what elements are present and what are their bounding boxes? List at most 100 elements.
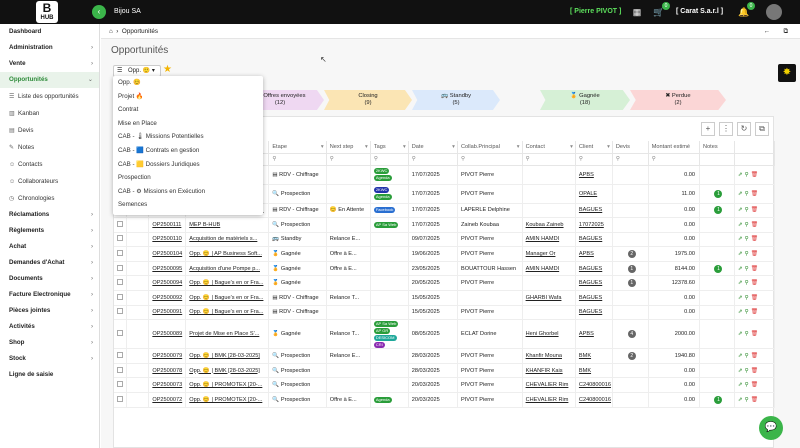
opportunity-title[interactable]: Opp. 😊 | Bague's en or Fra... [185,305,270,321]
opportunity-code[interactable]: OP2500089 [148,319,187,350]
opportunity-title[interactable]: Acquisition d'une Pompe p... [185,261,270,277]
opportunity-code[interactable]: OP2500104 [148,246,187,262]
sidebar-subitem[interactable]: ✎ Notes [0,139,99,156]
column-header[interactable] [734,141,776,154]
user-name[interactable]: [ Pierre PIVOT ] [570,8,621,15]
column-filter[interactable]: ⚲ [612,153,649,166]
sidebar-item[interactable]: Ligne de saisie [0,367,99,383]
row-checkbox[interactable] [114,217,127,233]
sidebar-toggle-button[interactable]: ‹ [92,5,106,19]
client-link[interactable]: BMK [575,363,613,379]
opportunity-title[interactable]: Opp. 😊 | Bague's en or Fra... [185,290,270,306]
row-checkbox[interactable] [114,348,127,364]
table-row[interactable]: OP2500111 MEP B-HUB 🔍 Prospection AP Sa Web… [114,217,776,233]
dropdown-option[interactable]: Prospection [113,171,263,185]
sidebar-item[interactable]: Vente › [0,56,99,72]
row-checkbox[interactable] [114,275,127,292]
row-actions[interactable]: ⇗⚲🗑 [734,305,776,321]
column-filter[interactable]: ⚲ [648,153,701,166]
client-link[interactable]: APBS [575,319,613,350]
opportunity-title[interactable]: Opp. 😊 | BMK [28-03-2025] [185,348,270,364]
dropdown-option[interactable]: CAB - 🌡 Missions Potentielles [113,130,263,144]
opportunity-code[interactable]: OP2500110 [148,232,187,248]
client-link[interactable]: 17072025 [575,217,613,233]
row-actions[interactable]: ⇗⚲🗑 [734,392,776,408]
dropdown-option[interactable]: Opp. 😊 [113,76,263,90]
client-link[interactable]: BMK [575,348,613,364]
row-checkbox[interactable] [114,232,127,248]
dropdown-option[interactable]: CAB - ⚙ Missions en Exécution [113,185,263,199]
funnel-stage[interactable]: Closing (9) [324,90,412,110]
row-actions[interactable]: ⇗⚲🗑 [734,246,776,262]
sidebar-item[interactable]: Documents › [0,271,99,287]
contact-link[interactable]: KHANFIR Kais [522,363,576,379]
row-checkbox[interactable] [114,319,127,350]
client-link[interactable]: APBS [575,246,613,262]
opportunity-title[interactable]: Opp. 😊 | BMK [28-03-2025] [185,363,270,379]
add-icon[interactable]: + [701,122,715,136]
contact-link[interactable]: AMIN HAMDI [522,261,576,277]
table-row[interactable]: OP2500110 Acquisition de matériels s... 🚌 … [114,232,776,248]
funnel-stage[interactable]: 🏅 Gagnée (18) [540,90,630,110]
column-filter[interactable]: ⚲ [268,153,327,166]
row-checkbox[interactable] [114,363,127,379]
table-row[interactable]: OP2500078 Opp. 😊 | BMK [28-03-2025] 🔍 Pros… [114,363,776,379]
row-actions[interactable]: ⇗⚲🗑 [734,217,776,233]
export-icon[interactable]: ⧉ [755,122,769,136]
column-header[interactable]: Next step ▾ [326,141,371,154]
cart-icon[interactable]: 🛒 0 [653,2,670,18]
contact-link[interactable] [522,203,576,219]
sidebar-subitem[interactable]: ☰ Liste des opportunités [0,88,99,105]
table-row[interactable]: OP2500091 Opp. 😊 | Bague's en or Fra... ▤ … [114,305,776,321]
column-header[interactable]: Client ▾ [575,141,613,154]
avatar[interactable] [766,4,782,20]
row-actions[interactable]: ⇗⚲🗑 [734,261,776,277]
opportunity-title[interactable]: Acquisition de matériels s... [185,232,270,248]
sidebar-item[interactable]: Réclamations › [0,207,99,223]
contact-link[interactable]: AMIN HAMDI [522,232,576,248]
company-switcher[interactable]: [ Carat S.a.r.l ] [676,8,723,15]
column-header[interactable]: Montant estimé [648,141,701,154]
row-actions[interactable]: ⇗⚲🗑 [734,232,776,248]
row-actions[interactable]: ⇗⚲🗑 [734,348,776,364]
sidebar-item[interactable]: Shop › [0,335,99,351]
contact-link[interactable]: Manager Or [522,246,576,262]
column-filter[interactable]: ⚲ [370,153,409,166]
column-filter[interactable]: ⚲ [522,153,576,166]
dropdown-option[interactable]: Mise en Place [113,117,263,131]
home-icon[interactable]: ⌂ [109,28,113,35]
sidebar-item[interactable]: Dashboard [0,24,99,40]
client-link[interactable]: C240800016 [575,377,613,394]
table-row[interactable]: OP2500072 Opp. 😊 | PROMOTEX [20-... 🔍 Pros… [114,392,776,408]
column-header[interactable]: Notes [699,141,735,154]
column-header[interactable]: Devis [612,141,649,154]
column-header[interactable]: Collab.Principal ▾ [457,141,523,154]
column-filter[interactable]: ⚲ [408,153,458,166]
sidebar-item[interactable]: Achat › [0,239,99,255]
sidebar-item[interactable]: Stock › [0,351,99,367]
dropdown-option[interactable]: Projet 🔥 [113,90,263,104]
client-link[interactable]: OPALE [575,184,613,204]
opportunity-code[interactable]: OP2500095 [148,261,187,277]
columns-icon[interactable]: ⋮ [719,122,733,136]
opportunity-code[interactable]: OP2500111 [148,217,187,233]
table-row[interactable]: OP2500089 Projet de Mise en Place S'... 🏅 … [114,319,776,350]
opportunity-title[interactable]: MEP B-HUB [185,217,270,233]
sidebar-item[interactable]: Pièces jointes › [0,303,99,319]
opportunity-code[interactable]: OP2500079 [148,348,187,364]
dropdown-option[interactable]: CAB - 🟨 Dossiers Juridiques [113,158,263,172]
grid-icon[interactable]: ▦ [631,6,643,18]
sidebar-subitem[interactable]: ◷ Chronologies [0,190,99,207]
row-checkbox[interactable] [114,246,127,262]
client-link[interactable]: APBS [575,165,613,185]
table-row[interactable]: OP2500092 Opp. 😊 | Bague's en or Fra... ▤ … [114,290,776,306]
contact-link[interactable] [522,305,576,321]
contact-link[interactable]: GHARBI Wafa [522,290,576,306]
opportunity-title[interactable]: Opp. 😊 | PROMOTEX [20-... [185,377,270,394]
column-header[interactable]: Date ▾ [408,141,458,154]
sidebar-item[interactable]: Règlements › [0,223,99,239]
dropdown-option[interactable]: Contrat [113,103,263,117]
opportunity-title[interactable]: Opp. 😊 | PROMOTEX [20-... [185,392,270,408]
row-checkbox[interactable] [114,392,127,408]
contact-link[interactable] [522,275,576,292]
